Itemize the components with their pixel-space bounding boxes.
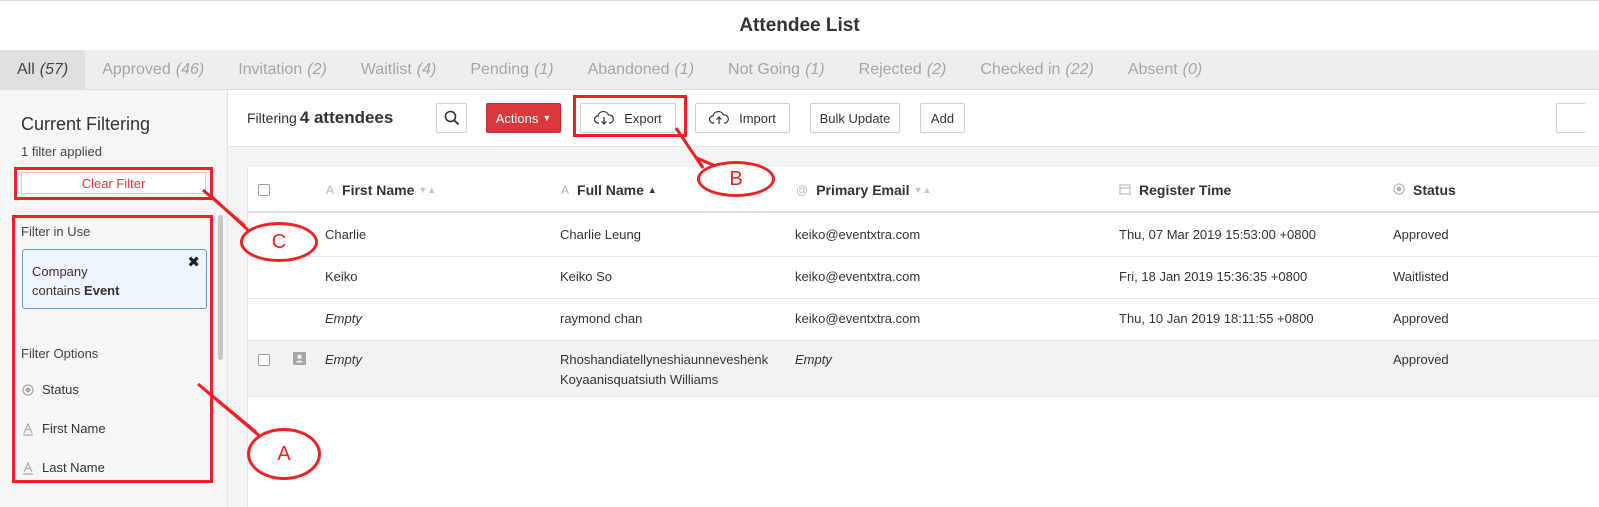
annotation-lines [197, 127, 721, 440]
attendee-list-page: { "page": { "title": "Attendee List" }, … [0, 0, 1599, 507]
annotation-label-b: B [697, 161, 775, 197]
annotation-label-a: A [247, 428, 321, 480]
annotation-label-c: C [240, 222, 318, 262]
